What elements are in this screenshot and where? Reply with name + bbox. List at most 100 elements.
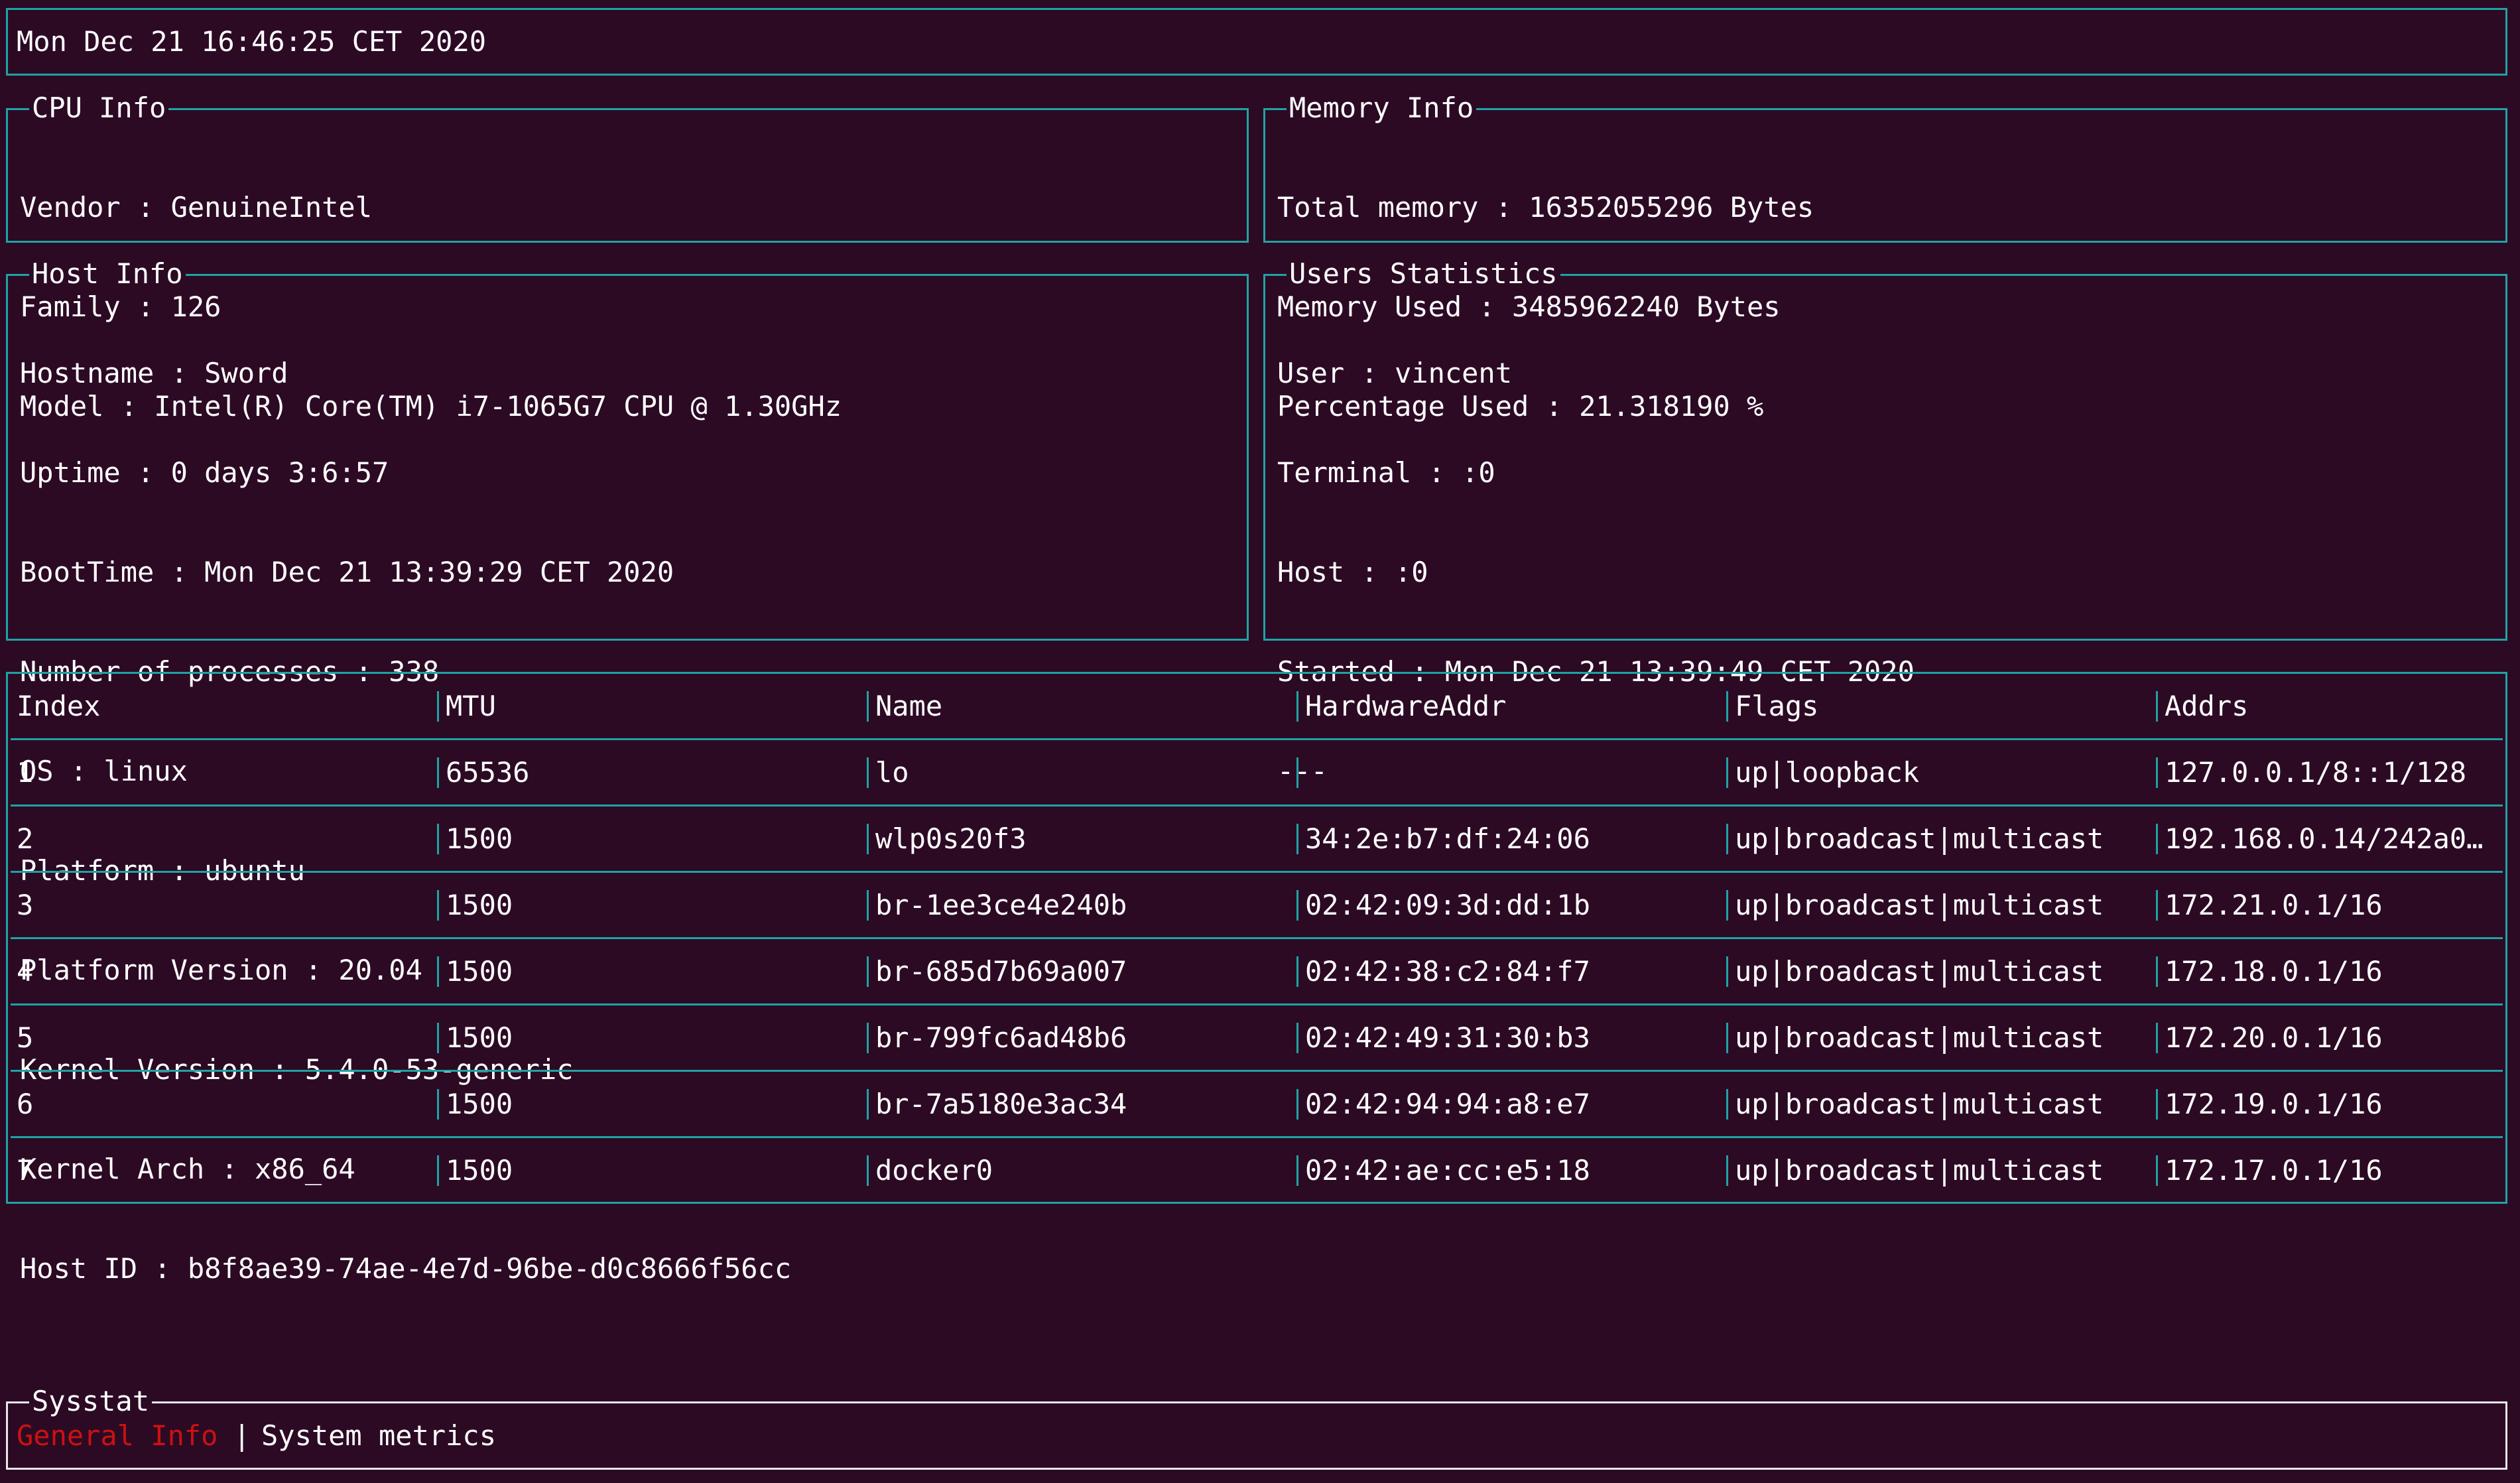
column-separator: [1296, 1089, 1298, 1120]
cell-flags: up|broadcast|multicast: [1735, 1088, 2104, 1120]
column-separator: [437, 757, 439, 788]
cell-index: 6: [17, 1088, 34, 1120]
cell-hardware-addr: 02:42:38:c2:84:f7: [1305, 955, 1590, 988]
table-row: 1 65536 lo up|loopback 127.0.0.1/8::1/128: [8, 740, 2505, 806]
column-separator: [1726, 1155, 1728, 1186]
memory-total: Total memory : 16352055296 Bytes: [1277, 191, 1814, 224]
column-separator: [1726, 1023, 1728, 1053]
column-separator: [1726, 890, 1728, 921]
column-separator: [437, 890, 439, 921]
cell-name: docker0: [875, 1154, 993, 1187]
tab-divider: |: [233, 1419, 251, 1452]
users-user: User : vincent: [1277, 357, 1513, 389]
tab-bar: Sysstat General Info | System metrics: [6, 1385, 2507, 1470]
host-info-panel: Host Info Hostname : Sword Uptime : 0 da…: [6, 257, 1249, 1285]
cell-mtu: 1500: [446, 1154, 513, 1187]
users-host: Host : :0: [1277, 556, 1428, 588]
cell-mtu: 1500: [446, 822, 513, 855]
tab-general-info[interactable]: General Info: [17, 1419, 218, 1452]
cell-index: 2: [17, 822, 34, 855]
column-separator: [1296, 1155, 1298, 1186]
cell-flags: up|loopback: [1735, 756, 1920, 789]
column-separator: [2156, 757, 2158, 788]
users-statistics-title: Users Statistics: [1287, 257, 1560, 290]
column-separator: [437, 1155, 439, 1186]
column-separator: [2156, 956, 2158, 987]
column-separator: [867, 956, 869, 987]
column-separator: [1296, 691, 1298, 722]
column-separator: [2156, 1155, 2158, 1186]
memory-info-panel: Memory Info Total memory : 16352055296 B…: [1263, 92, 2507, 422]
column-header-hardware-addr: HardwareAddr: [1305, 690, 1507, 722]
column-separator: [867, 757, 869, 788]
table-header-row: Index MTU Name HardwareAddr Flags Addrs: [8, 674, 2505, 740]
cell-name: br-685d7b69a007: [875, 955, 1127, 988]
host-hostname: Hostname : Sword: [20, 357, 288, 389]
cell-name: lo: [875, 756, 909, 789]
cell-addrs: 172.19.0.1/16: [2165, 1088, 2383, 1120]
host-boottime: BootTime : Mon Dec 21 13:39:29 CET 2020: [20, 556, 674, 588]
cell-flags: up|broadcast|multicast: [1735, 889, 2104, 921]
column-separator: [867, 691, 869, 722]
cell-hardware-addr: 02:42:ae:cc:e5:18: [1305, 1154, 1590, 1187]
column-separator: [867, 1089, 869, 1120]
column-separator: [1296, 956, 1298, 987]
column-header-index: Index: [17, 690, 101, 722]
host-info-title: Host Info: [29, 257, 186, 290]
column-separator: [437, 1023, 439, 1053]
cell-name: wlp0s20f3: [875, 822, 1027, 855]
cell-name: br-7a5180e3ac34: [875, 1088, 1127, 1120]
tab-system-metrics[interactable]: System metrics: [261, 1419, 496, 1452]
cell-addrs: 192.168.0.14/242a01:…: [2165, 822, 2496, 855]
cell-addrs: 172.21.0.1/16: [2165, 889, 2383, 921]
host-uptime: Uptime : 0 days 3:6:57: [20, 456, 389, 489]
column-separator: [1726, 757, 1728, 788]
column-separator: [437, 1089, 439, 1120]
clock-panel: Mon Dec 21 16:46:25 CET 2020: [6, 8, 2507, 76]
column-separator: [1726, 956, 1728, 987]
column-header-flags: Flags: [1735, 690, 1819, 722]
cell-index: 1: [17, 756, 34, 789]
cell-hardware-addr: 34:2e:b7:df:24:06: [1305, 822, 1590, 855]
cell-addrs: 172.20.0.1/16: [2165, 1021, 2383, 1054]
column-separator: [437, 824, 439, 854]
cpu-info-panel: CPU Info Vendor : GenuineIntel Family : …: [6, 92, 1249, 422]
column-separator: [1726, 691, 1728, 722]
host-id: Host ID : b8f8ae39-74ae-4e7d-96be-d0c866…: [20, 1252, 792, 1285]
cell-mtu: 1500: [446, 1088, 513, 1120]
cpu-vendor: Vendor : GenuineIntel: [20, 191, 373, 224]
cell-name: br-799fc6ad48b6: [875, 1021, 1127, 1054]
cell-addrs: 172.17.0.1/16: [2165, 1154, 2383, 1187]
column-separator: [2156, 1089, 2158, 1120]
cell-flags: up|broadcast|multicast: [1735, 822, 2104, 855]
cell-name: br-1ee3ce4e240b: [875, 889, 1127, 921]
column-separator: [1296, 757, 1298, 788]
column-separator: [867, 890, 869, 921]
column-separator: [867, 1023, 869, 1053]
cell-mtu: 1500: [446, 955, 513, 988]
cell-mtu: 1500: [446, 1021, 513, 1054]
network-interfaces-table: Index MTU Name HardwareAddr Flags Addrs 1 65536…: [6, 672, 2507, 1204]
column-separator: [1726, 1089, 1728, 1120]
column-separator: [2156, 824, 2158, 854]
cell-addrs: 172.18.0.1/16: [2165, 955, 2383, 988]
table-row: 6 1500 br-7a5180e3ac34 02:42:94:94:a8:e7 up|…: [8, 1072, 2505, 1138]
cell-mtu: 1500: [446, 889, 513, 921]
cell-addrs: 127.0.0.1/8::1/128: [2165, 756, 2467, 789]
users-terminal: Terminal : :0: [1277, 456, 1495, 489]
cell-index: 4: [17, 955, 34, 988]
cell-flags: up|broadcast|multicast: [1735, 1021, 2104, 1054]
table-row: 5 1500 br-799fc6ad48b6 02:42:49:31:30:b3 up|…: [8, 1005, 2505, 1072]
tab-bar-title: Sysstat: [29, 1385, 153, 1418]
table-row: 2 1500 wlp0s20f3 34:2e:b7:df:24:06 up|broadc…: [8, 806, 2505, 873]
column-separator: [437, 956, 439, 987]
cell-index: 5: [17, 1021, 34, 1054]
cell-mtu: 65536: [446, 756, 530, 789]
users-statistics-panel: Users Statistics User : vincent Terminal…: [1263, 257, 2507, 787]
column-separator: [1296, 1023, 1298, 1053]
cell-index: 3: [17, 889, 34, 921]
column-separator: [867, 824, 869, 854]
table-row: 3 1500 br-1ee3ce4e240b 02:42:09:3d:dd:1b up|…: [8, 873, 2505, 939]
column-separator: [2156, 691, 2158, 722]
cpu-info-title: CPU Info: [29, 92, 169, 125]
